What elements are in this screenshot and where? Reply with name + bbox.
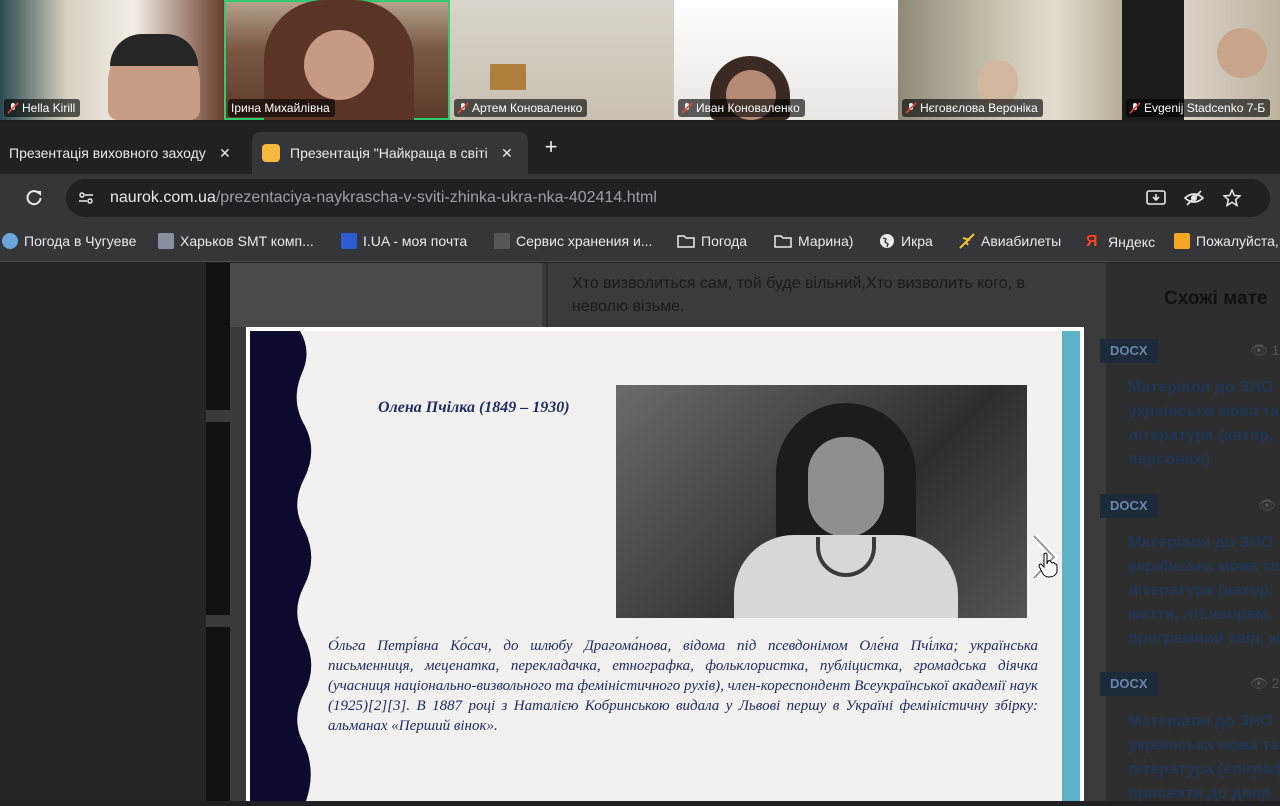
iua-icon <box>341 233 357 249</box>
participant-tile[interactable]: Нєговєлова Вероніка <box>898 0 1122 120</box>
bookmark-folder[interactable]: Погода <box>677 233 747 249</box>
views-count: 👁 <box>1258 497 1276 514</box>
bookmark-item[interactable]: Я Яндекс <box>1086 233 1155 251</box>
avatar <box>304 30 374 100</box>
folder-icon <box>774 235 792 248</box>
similar-title: Схожі мате <box>1164 288 1268 309</box>
storage-icon <box>494 233 510 249</box>
portrait-face <box>808 437 884 537</box>
tab-presentation-best[interactable]: Презентація "Найкраща в світі ✕ <box>252 132 528 174</box>
page-margin <box>0 263 206 801</box>
hand-cursor-icon <box>1038 552 1058 578</box>
bookmark-item[interactable]: Харьков SMT комп... <box>158 233 314 249</box>
airplane-icon <box>959 233 975 249</box>
url-text[interactable]: naurok.com.ua/prezentaciya-naykrascha-v-… <box>110 189 657 207</box>
tab-strip: Презентація виховного заходу ✕ Презентац… <box>0 122 1280 174</box>
views-count: 👁 2 <box>1250 675 1280 691</box>
slide: Олена Пчілка (1849 – 1930) О́льга Петрі́… <box>250 331 1080 801</box>
participant-name: Артем Коноваленко <box>454 99 588 117</box>
slide-thumbnail[interactable] <box>230 263 542 327</box>
lightning-icon <box>1174 233 1190 249</box>
url-host: naurok.com.ua <box>110 189 216 206</box>
bookmark-item[interactable]: I.UA - моя почта <box>341 233 467 249</box>
bookmark-item[interactable]: Пожалуйста, <box>1174 233 1279 249</box>
docx-badge: DOCX <box>1100 339 1158 363</box>
globe-icon <box>880 234 894 248</box>
participant-name: Evgenij Stadcenko 7-Б <box>1126 99 1271 117</box>
views-count: 👁 1 <box>1250 342 1280 358</box>
participant-tile[interactable]: Hella Kirill <box>0 0 224 120</box>
docx-badge: DOCX <box>1100 672 1158 696</box>
wave-border <box>250 331 312 801</box>
thumb-divider <box>206 422 230 615</box>
mic-off-icon <box>457 102 469 114</box>
tab-title: Презентація виховного заходу <box>9 145 206 161</box>
participant-tile[interactable]: Артем Коноваленко <box>450 0 674 120</box>
eye-icon: 👁 <box>1258 497 1276 513</box>
thumb-divider <box>206 627 230 801</box>
weather-icon <box>2 233 18 249</box>
folder-icon <box>677 235 695 248</box>
smt-icon <box>158 233 174 249</box>
mic-off-icon <box>905 102 917 114</box>
bookmarks-bar: Погода в Чугуеве Харьков SMT комп... I.U… <box>0 222 1280 262</box>
bookmark-star-icon[interactable] <box>1223 189 1241 207</box>
participant-tile[interactable]: Evgenij Stadcenko 7-Б <box>1122 0 1280 120</box>
participant-tile[interactable]: Иван Коноваленко <box>674 0 898 120</box>
url-path: /prezentaciya-naykrascha-v-sviti-zhinka-… <box>215 189 657 206</box>
participant-name: Ірина Михайлівна <box>228 99 335 117</box>
video-strip: Hella Kirill Ірина Михайлівна Артем Коно… <box>0 0 1280 122</box>
new-tab-button[interactable]: + <box>541 134 561 160</box>
tab-title: Презентація "Найкраща в світі <box>290 145 488 161</box>
bell-favicon-icon <box>262 144 280 162</box>
eye-off-icon[interactable] <box>1184 189 1204 207</box>
install-app-icon[interactable] <box>1146 189 1166 207</box>
bookmark-item[interactable]: Сервис хранения и... <box>494 233 652 249</box>
participant-name: Hella Kirill <box>4 99 81 117</box>
avatar <box>1217 28 1267 78</box>
reload-icon[interactable] <box>25 189 43 207</box>
avatar <box>490 64 526 90</box>
slide-title: Олена Пчілка (1849 – 1930) <box>378 399 570 416</box>
yandex-icon: Я <box>1086 233 1098 250</box>
docx-badge: DOCX <box>1100 494 1158 518</box>
article-quote: Хто визволиться сам, той буде вільний,Хт… <box>572 275 1025 315</box>
eye-icon: 👁 <box>1250 675 1268 691</box>
bookmark-item[interactable]: Погода в Чугуеве <box>2 233 136 249</box>
thumb-divider <box>206 263 230 410</box>
mic-off-icon <box>681 102 693 114</box>
tab-presentation-event[interactable]: Презентація виховного заходу ✕ <box>0 132 246 174</box>
bookmark-item[interactable]: Авиабилеты <box>959 233 1061 249</box>
slide-viewer[interactable]: Олена Пчілка (1849 – 1930) О́льга Петрі́… <box>246 327 1084 801</box>
participant-name: Нєговєлова Вероніка <box>902 99 1043 117</box>
slide-body-text: О́льга Петрі́вна Ко́сач, до шлюбу Драгом… <box>328 638 1038 734</box>
participant-tile[interactable]: Ірина Михайлівна <box>224 0 450 120</box>
eye-icon: 👁 <box>1250 342 1268 358</box>
portrait-photo <box>616 385 1027 618</box>
participant-name: Иван Коноваленко <box>678 99 805 117</box>
close-icon[interactable]: ✕ <box>219 145 231 162</box>
similar-link[interactable]: Матеріали до ЗНО українська мова та літе… <box>1128 531 1280 651</box>
slide-accent-bar <box>1062 331 1080 801</box>
similar-link[interactable]: Матеріали до ЗНО українська мова та літе… <box>1128 710 1280 806</box>
similar-link[interactable]: Матеріали до ЗНО українська мова та літе… <box>1128 376 1280 472</box>
bookmark-folder[interactable]: Марина) <box>774 233 853 249</box>
site-settings-icon[interactable] <box>78 190 94 206</box>
mic-off-icon <box>1129 102 1141 114</box>
close-icon[interactable]: ✕ <box>501 145 513 162</box>
bookmark-item[interactable]: Икра <box>879 233 933 249</box>
avatar <box>110 34 198 66</box>
mic-off-icon <box>7 102 19 114</box>
